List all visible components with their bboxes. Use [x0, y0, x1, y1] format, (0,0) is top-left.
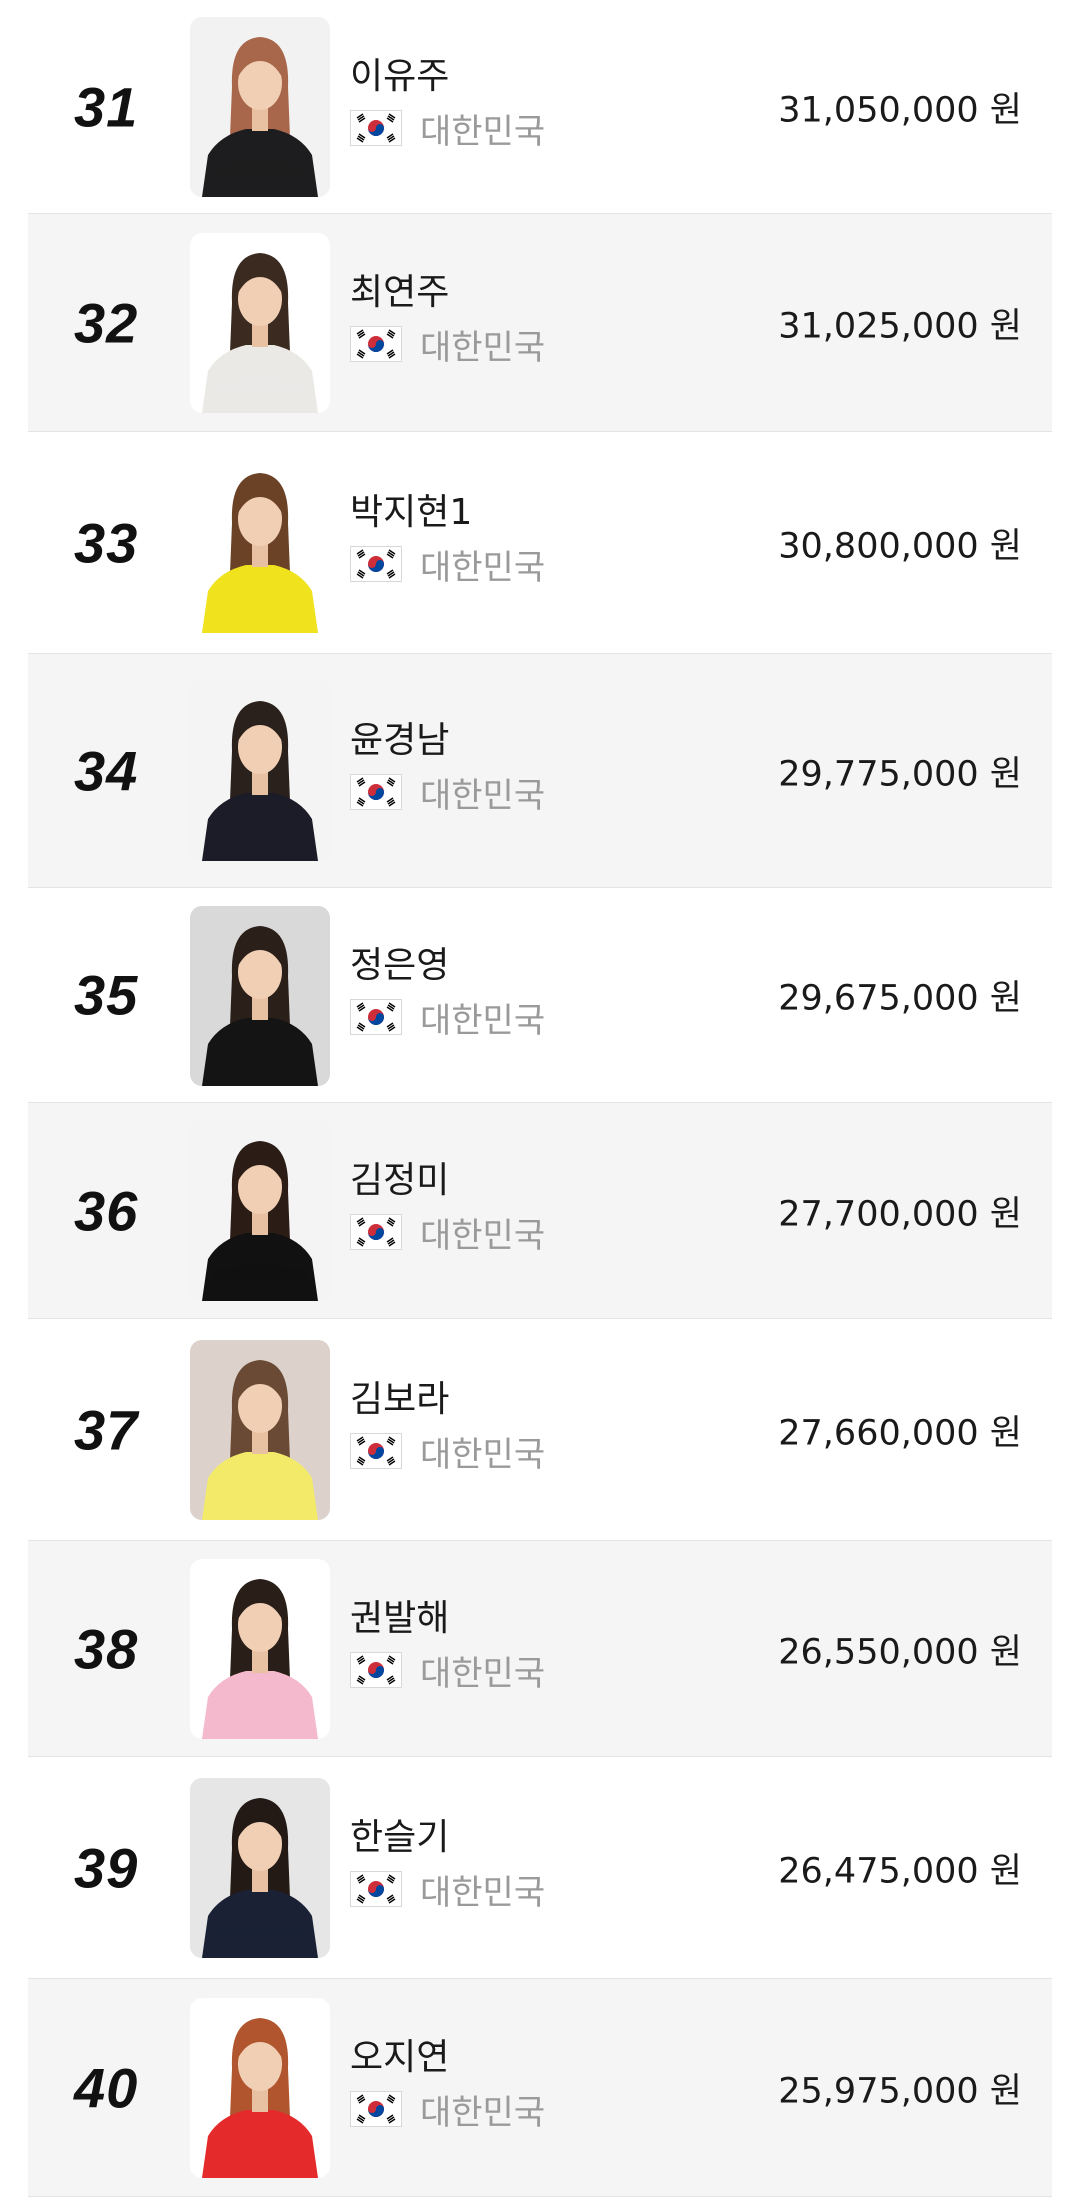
- prize-money: 25,975,000 원: [778, 2071, 1022, 2111]
- player-row[interactable]: 39 한슬기 대한민국 26,475,000 원: [28, 1757, 1052, 1979]
- country-info: 대한민국: [350, 109, 545, 152]
- player-country: 대한민국: [420, 1215, 546, 1256]
- rank-number: 34: [74, 739, 139, 802]
- south-korea-flag-icon: [350, 546, 402, 582]
- rank-number: 36: [74, 1179, 139, 1242]
- south-korea-flag-icon: [350, 326, 402, 362]
- prize-money: 31,050,000 원: [778, 90, 1022, 130]
- player-photo[interactable]: [190, 906, 330, 1086]
- country-info: 대한민국: [350, 1213, 545, 1256]
- rank-number: 40: [74, 2056, 139, 2119]
- player-name[interactable]: 권발해: [350, 1589, 449, 1641]
- player-photo[interactable]: [190, 681, 330, 861]
- prize-money: 29,775,000 원: [778, 754, 1022, 794]
- rank-number: 32: [74, 291, 139, 354]
- player-name[interactable]: 윤경남: [350, 711, 449, 763]
- player-name[interactable]: 김정미: [350, 1151, 449, 1203]
- player-photo[interactable]: [190, 1559, 330, 1739]
- player-name[interactable]: 박지현1: [350, 483, 472, 535]
- prize-money: 30,800,000 원: [778, 526, 1022, 566]
- rank-number: 31: [74, 75, 139, 138]
- prize-money: 27,660,000 원: [778, 1413, 1022, 1453]
- rank-number: 38: [74, 1617, 139, 1680]
- player-row[interactable]: 34 윤경남 대한민국 29,775,000 원: [28, 654, 1052, 888]
- south-korea-flag-icon: [350, 1214, 402, 1250]
- player-photo[interactable]: [190, 17, 330, 197]
- south-korea-flag-icon: [350, 110, 402, 146]
- player-name[interactable]: 한슬기: [350, 1808, 449, 1860]
- south-korea-flag-icon: [350, 774, 402, 810]
- rank-number: 39: [74, 1836, 139, 1899]
- player-row[interactable]: 36 김정미 대한민국 27,700,000 원: [28, 1103, 1052, 1319]
- player-country: 대한민국: [420, 327, 546, 368]
- player-photo[interactable]: [190, 453, 330, 633]
- country-info: 대한민국: [350, 998, 545, 1041]
- south-korea-flag-icon: [350, 1871, 402, 1907]
- player-name[interactable]: 이유주: [350, 47, 449, 99]
- country-info: 대한민국: [350, 1651, 545, 1694]
- player-photo[interactable]: [190, 1121, 330, 1301]
- player-name[interactable]: 정은영: [350, 936, 449, 988]
- rank-number: 37: [74, 1398, 139, 1461]
- south-korea-flag-icon: [350, 2091, 402, 2127]
- player-row[interactable]: 33 박지현1 대한민국 30,800,000 원: [28, 432, 1052, 654]
- prize-money: 31,025,000 원: [778, 306, 1022, 346]
- player-country: 대한민국: [420, 1872, 546, 1913]
- country-info: 대한민국: [350, 1432, 545, 1475]
- player-photo[interactable]: [190, 1340, 330, 1520]
- player-photo[interactable]: [190, 1998, 330, 2178]
- player-row[interactable]: 35 정은영 대한민국 29,675,000 원: [28, 888, 1052, 1103]
- player-row[interactable]: 38 권발해 대한민국 26,550,000 원: [28, 1541, 1052, 1757]
- player-country: 대한민국: [420, 775, 546, 816]
- south-korea-flag-icon: [350, 1433, 402, 1469]
- country-info: 대한민국: [350, 325, 545, 368]
- player-photo[interactable]: [190, 233, 330, 413]
- player-country: 대한민국: [420, 1434, 546, 1475]
- player-name[interactable]: 오지연: [350, 2028, 449, 2080]
- prize-money: 26,550,000 원: [778, 1632, 1022, 1672]
- player-row[interactable]: 31 이유주 대한민국 31,050,000 원: [28, 0, 1052, 214]
- prize-money: 27,700,000 원: [778, 1194, 1022, 1234]
- player-name[interactable]: 최연주: [350, 263, 449, 315]
- country-info: 대한민국: [350, 773, 545, 816]
- rank-number: 33: [74, 511, 139, 574]
- player-country: 대한민국: [420, 1653, 546, 1694]
- ranking-list: 31 이유주 대한민국 31,050,000 원 32 최연주 대한민국 31,…: [28, 0, 1052, 2197]
- player-row[interactable]: 40 오지연 대한민국 25,975,000 원: [28, 1979, 1052, 2197]
- country-info: 대한민국: [350, 2090, 545, 2133]
- player-row[interactable]: 37 김보라 대한민국 27,660,000 원: [28, 1319, 1052, 1541]
- player-country: 대한민국: [420, 2092, 546, 2133]
- rank-number: 35: [74, 963, 139, 1027]
- player-country: 대한민국: [420, 1000, 546, 1041]
- country-info: 대한민국: [350, 1870, 545, 1913]
- player-name[interactable]: 김보라: [350, 1370, 449, 1422]
- player-row[interactable]: 32 최연주 대한민국 31,025,000 원: [28, 214, 1052, 432]
- prize-money: 26,475,000 원: [778, 1851, 1022, 1891]
- player-country: 대한민국: [420, 111, 546, 152]
- country-info: 대한민국: [350, 545, 545, 588]
- south-korea-flag-icon: [350, 1652, 402, 1688]
- south-korea-flag-icon: [350, 999, 402, 1035]
- player-photo[interactable]: [190, 1778, 330, 1958]
- player-country: 대한민국: [420, 547, 546, 588]
- prize-money: 29,675,000 원: [778, 978, 1022, 1019]
